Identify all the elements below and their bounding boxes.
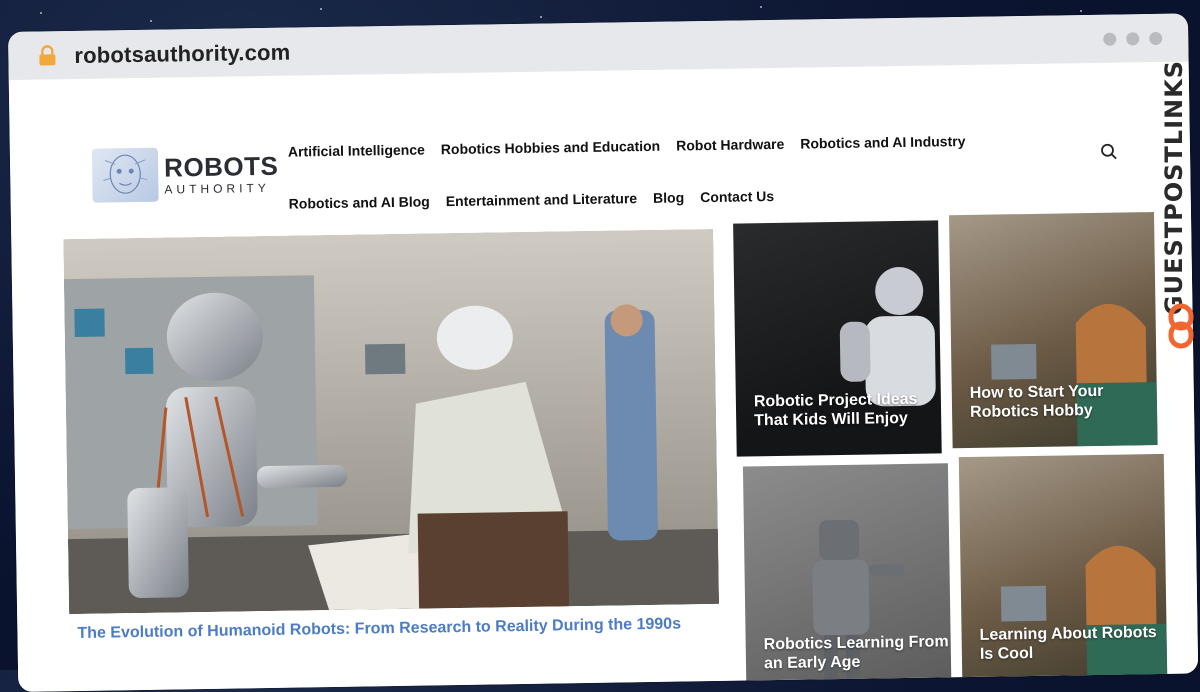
browser-window: robotsauthority.com ROBOTS AUTHORITY Art… <box>8 13 1199 692</box>
nav-row-2: Robotics and AI Blog Entertainment and L… <box>289 185 979 212</box>
nav-robot-hardware[interactable]: Robot Hardware <box>676 136 784 154</box>
lock-icon <box>39 45 56 66</box>
logo-text: ROBOTS AUTHORITY <box>163 150 279 197</box>
nav-contact-us[interactable]: Contact Us <box>700 188 774 205</box>
nav-entertainment-literature[interactable]: Entertainment and Literature <box>446 190 638 209</box>
logo-main-text: ROBOTS <box>163 150 279 183</box>
robot-face-logo-icon <box>91 147 159 203</box>
article-card-4[interactable]: Learning About Robots Is Cool <box>958 453 1168 691</box>
window-dot-3[interactable] <box>1149 31 1163 46</box>
card-title-1: Robotic Project Ideas That Kids Will Enj… <box>753 390 918 429</box>
article-card-2[interactable]: How to Start Your Robotics Hobby <box>948 212 1158 449</box>
nav-artificial-intelligence[interactable]: Artificial Intelligence <box>288 141 425 159</box>
website-content: ROBOTS AUTHORITY Artificial Intelligence… <box>8 61 1199 692</box>
logo-sub-text: AUTHORITY <box>164 180 270 197</box>
address-bar-url[interactable]: robotsauthority.com <box>74 40 290 69</box>
nav-row-1: Artificial Intelligence Robotics Hobbies… <box>288 133 978 160</box>
nav-robotics-ai-blog[interactable]: Robotics and AI Blog <box>289 193 430 211</box>
hero-image[interactable] <box>63 228 720 615</box>
link-chain-icon <box>1168 303 1194 349</box>
card-title-3: Robotics Learning From an Early Age <box>763 633 949 672</box>
search-icon[interactable] <box>1100 143 1118 161</box>
hero-article-title[interactable]: The Evolution of Humanoid Robots: From R… <box>77 616 681 643</box>
nav-blog[interactable]: Blog <box>653 189 684 205</box>
main-navigation: Artificial Intelligence Robotics Hobbies… <box>288 133 979 212</box>
window-controls <box>1103 31 1163 46</box>
watermark-text: GUESTPOSTLINKS <box>1160 60 1188 316</box>
site-logo[interactable]: ROBOTS AUTHORITY <box>91 146 279 203</box>
nav-robotics-ai-industry[interactable]: Robotics and AI Industry <box>800 133 965 152</box>
window-dot-2[interactable] <box>1126 32 1140 46</box>
window-dot-1[interactable] <box>1103 32 1117 46</box>
nav-robotics-hobbies-education[interactable]: Robotics Hobbies and Education <box>441 138 661 157</box>
card-title-2: How to Start Your Robotics Hobby <box>969 383 1104 421</box>
article-card-1[interactable]: Robotic Project Ideas That Kids Will Enj… <box>733 220 942 457</box>
card-title-4: Learning About Robots Is Cool <box>979 624 1157 663</box>
article-card-3[interactable]: Robotics Learning From an Early Age <box>742 463 952 692</box>
